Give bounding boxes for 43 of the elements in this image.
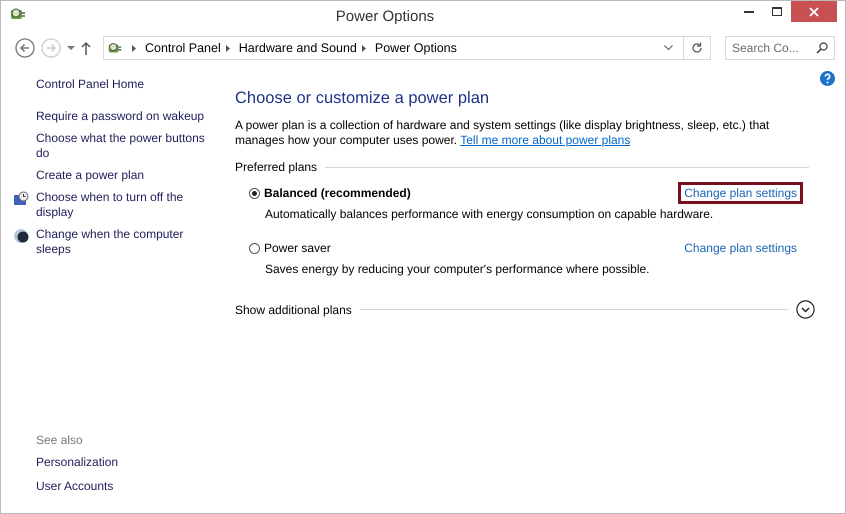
- learn-more-link[interactable]: Tell me more about power plans: [460, 133, 630, 147]
- minimize-icon: [744, 10, 754, 13]
- help-icon[interactable]: [820, 71, 835, 86]
- see-also-heading: See also: [36, 433, 84, 447]
- back-icon[interactable]: [15, 38, 35, 58]
- search-icon: [816, 42, 828, 54]
- maximize-icon: [772, 7, 782, 16]
- breadcrumb-item[interactable]: Hardware and Sound: [238, 41, 357, 55]
- see-also-link[interactable]: User Accounts: [36, 479, 213, 493]
- see-also-link[interactable]: Personalization: [36, 455, 213, 469]
- change-plan-settings-link[interactable]: Change plan settings: [678, 182, 803, 204]
- address-bar[interactable]: Control Panel Hardware and Sound Power Options: [103, 36, 711, 60]
- refresh-icon[interactable]: [691, 42, 703, 54]
- close-button[interactable]: [791, 1, 837, 22]
- sidebar-link[interactable]: Require a password on wakeup: [36, 109, 208, 124]
- close-icon: [809, 6, 819, 16]
- breadcrumb-item[interactable]: Control Panel: [145, 41, 221, 55]
- change-plan-settings-link[interactable]: Change plan settings: [678, 237, 803, 259]
- breadcrumb-item[interactable]: Power Options: [374, 41, 457, 55]
- show-additional-plans-label: Show additional plans: [235, 302, 352, 316]
- plan-radio[interactable]: Power saver: [249, 241, 331, 255]
- sidebar-link[interactable]: Change when the computer sleeps: [36, 227, 208, 257]
- page-heading: Choose or customize a power plan: [235, 89, 490, 108]
- chevron-icon: [362, 44, 366, 52]
- chevron-icon: [132, 44, 136, 52]
- intro-text: A power plan is a collection of hardware and system settings (like display brightness, sleep, etc.) that manages how your computer uses power. Tell me more about power plans: [235, 118, 770, 148]
- sidebar-link[interactable]: Choose what the power buttons do: [36, 131, 208, 161]
- window-title: Power Options: [334, 8, 436, 24]
- plan-description: Automatically balances performance with energy consumption on capable hardware.: [265, 207, 714, 221]
- caret-icon[interactable]: [67, 46, 75, 50]
- expand-icon[interactable]: [796, 300, 815, 319]
- sidebar-link[interactable]: Choose when to turn off the display: [36, 190, 208, 220]
- plan-radio[interactable]: Balanced (recommended): [249, 186, 411, 200]
- sidebar-link[interactable]: Control Panel Home: [36, 77, 208, 92]
- section-label: Preferred plans: [235, 160, 318, 174]
- moon-icon: [13, 228, 29, 244]
- search-field[interactable]: Search Co...: [725, 36, 835, 60]
- sidebar-link[interactable]: Create a power plan: [36, 168, 208, 183]
- dropdown-icon[interactable]: [664, 45, 673, 51]
- clock-monitor-icon: [13, 191, 29, 207]
- plan-description: Saves energy by reducing your computer's performance where possible.: [265, 262, 650, 276]
- up-arrow-icon[interactable]: [81, 41, 91, 55]
- chevron-icon: [226, 44, 230, 52]
